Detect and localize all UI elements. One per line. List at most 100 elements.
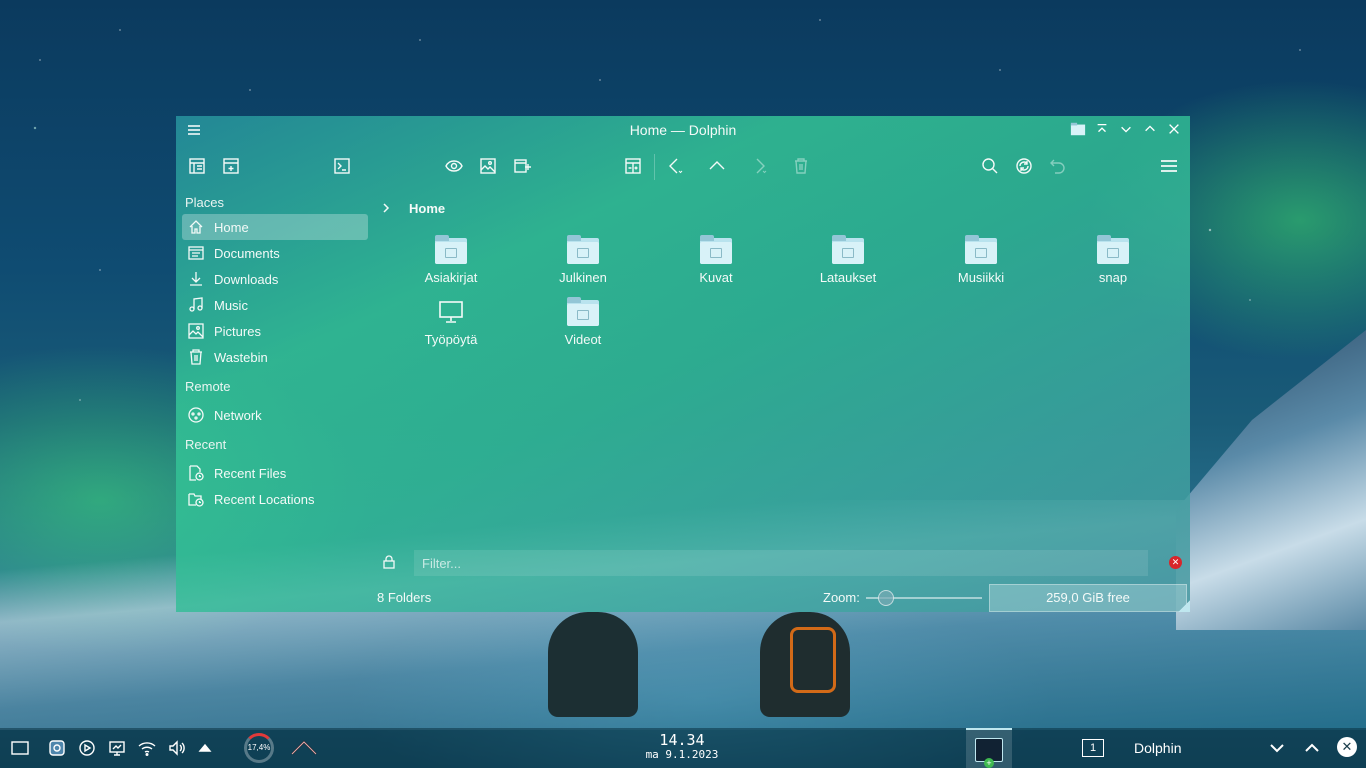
file-item-julkinen[interactable]: Julkinen — [528, 234, 638, 285]
recent-locations-icon — [188, 491, 204, 507]
folder-icon — [965, 234, 997, 266]
title-bar[interactable]: Home — Dolphin — [176, 116, 1190, 144]
file-item-kuvat[interactable]: Kuvat — [661, 234, 771, 285]
undo-icon[interactable] — [1048, 156, 1068, 176]
refresh-icon[interactable] — [1014, 156, 1034, 176]
clock-date: ma 9.1.2023 — [645, 748, 719, 761]
keep-above-icon[interactable] — [1094, 121, 1110, 137]
file-item-tyopoyta[interactable]: Työpöytä — [396, 296, 506, 347]
file-name: Videot — [564, 332, 602, 347]
minimize-window-icon[interactable] — [1267, 738, 1287, 758]
free-space-indicator[interactable]: 259,0 GiB free — [989, 584, 1187, 612]
sidebar-item-label: Recent Files — [214, 465, 287, 481]
file-item-snap[interactable]: snap — [1058, 234, 1168, 285]
file-name: Musiikki — [957, 270, 1005, 285]
display-icon[interactable] — [107, 738, 127, 758]
chevron-up-icon[interactable] — [290, 738, 318, 758]
volume-icon[interactable] — [167, 738, 187, 758]
terminal-icon[interactable] — [332, 156, 352, 176]
sidebar-item-downloads[interactable]: Downloads — [182, 266, 368, 292]
file-item-videot[interactable]: Videot — [528, 296, 638, 347]
network-icon — [188, 407, 204, 423]
folder-icon — [567, 234, 599, 266]
filter-bar: ✕ — [376, 550, 1184, 576]
sidebar-item-home[interactable]: Home — [182, 214, 368, 240]
sidebar-item-label: Pictures — [214, 323, 261, 339]
file-name: Asiakirjat — [424, 270, 478, 285]
back-icon[interactable] — [665, 156, 685, 176]
hamburger-menu-icon[interactable] — [1159, 156, 1179, 176]
resize-grip[interactable] — [1178, 600, 1190, 612]
window-title: Home — Dolphin — [629, 122, 737, 138]
music-icon — [188, 297, 204, 313]
app-folder-icon — [1070, 121, 1086, 137]
close-window-icon[interactable]: ✕ — [1337, 737, 1357, 757]
sidebar-item-recent-locations[interactable]: Recent Locations — [182, 486, 368, 512]
sidebar-item-label: Network — [214, 407, 262, 423]
taskbar-item-dolphin[interactable]: + — [966, 728, 1012, 768]
trash-icon[interactable] — [791, 156, 811, 176]
taskbar-panel: 17,4% 14.34 ma 9.1.2023 + 1 Dolphin ✕ — [0, 728, 1366, 768]
folder-icon — [700, 234, 732, 266]
chevron-right-icon[interactable] — [380, 202, 394, 214]
sidebar-item-recent-files[interactable]: Recent Files — [182, 460, 368, 486]
folder-icon — [567, 296, 599, 328]
section-title-remote: Remote — [185, 379, 231, 394]
search-icon[interactable] — [980, 156, 1000, 176]
media-player-icon[interactable] — [77, 738, 97, 758]
recent-files-icon — [188, 465, 204, 481]
sidebar-item-network[interactable]: Network — [182, 402, 368, 428]
sidebar-item-label: Documents — [214, 245, 280, 261]
file-item-musiikki[interactable]: Musiikki — [926, 234, 1036, 285]
close-filter-icon[interactable]: ✕ — [1169, 556, 1182, 569]
maximize-icon[interactable] — [1142, 121, 1158, 137]
close-icon[interactable] — [1166, 121, 1182, 137]
preview-icon[interactable] — [444, 156, 464, 176]
cpu-monitor[interactable]: 17,4% — [244, 733, 274, 763]
zoom-slider-handle[interactable] — [878, 590, 894, 606]
wastebin-icon — [188, 349, 204, 365]
tray-expand-icon[interactable] — [195, 738, 215, 758]
lock-icon[interactable] — [382, 555, 396, 569]
maximize-window-icon[interactable] — [1302, 738, 1322, 758]
zoom-slider[interactable] — [866, 590, 982, 606]
sidebar-item-documents[interactable]: Documents — [182, 240, 368, 266]
window-controls — [1070, 121, 1182, 137]
image-icon[interactable] — [478, 156, 498, 176]
desktop-icon — [435, 296, 467, 328]
sidebar-item-pictures[interactable]: Pictures — [182, 318, 368, 344]
wallpaper-person-left — [548, 612, 638, 717]
folder-icon — [1097, 234, 1129, 266]
sidebar-item-music[interactable]: Music — [182, 292, 368, 318]
file-item-lataukset[interactable]: Lataukset — [793, 234, 903, 285]
breadcrumb-current[interactable]: Home — [409, 201, 445, 216]
minimize-icon[interactable] — [1118, 121, 1134, 137]
toolbar-separator — [654, 154, 655, 180]
home-icon — [188, 219, 204, 235]
sidebar-item-label: Downloads — [214, 271, 279, 287]
documents-icon — [188, 245, 204, 261]
file-item-asiakirjat[interactable]: Asiakirjat — [396, 234, 506, 285]
view-mode-icon[interactable] — [187, 156, 207, 176]
up-icon[interactable] — [707, 156, 727, 176]
file-name: Kuvat — [699, 270, 733, 285]
app-launcher-icon[interactable] — [47, 738, 67, 758]
active-window-title: Dolphin — [1134, 740, 1182, 756]
add-icon: + — [984, 758, 994, 768]
new-window-icon[interactable] — [512, 156, 532, 176]
filter-input[interactable] — [414, 550, 1148, 576]
forward-icon[interactable] — [749, 156, 769, 176]
section-title-recent: Recent — [185, 437, 227, 452]
new-tab-icon[interactable] — [221, 156, 241, 176]
dolphin-window: Home — Dolphin Places Home Documents Dow… — [176, 116, 1190, 612]
virtual-desktop-pager[interactable]: 1 — [1082, 739, 1104, 757]
sidebar-item-wastebin[interactable]: Wastebin — [182, 344, 368, 370]
wifi-icon[interactable] — [137, 738, 157, 758]
split-view-icon[interactable] — [623, 156, 643, 176]
status-bar: 8 Folders Zoom: 259,0 GiB free — [376, 582, 1190, 612]
section-title-places: Places — [185, 195, 225, 210]
sidebar-item-label: Home — [214, 219, 249, 235]
clock[interactable]: 14.34 ma 9.1.2023 — [630, 732, 734, 762]
file-name: snap — [1098, 270, 1128, 285]
show-desktop-icon[interactable] — [10, 738, 30, 758]
